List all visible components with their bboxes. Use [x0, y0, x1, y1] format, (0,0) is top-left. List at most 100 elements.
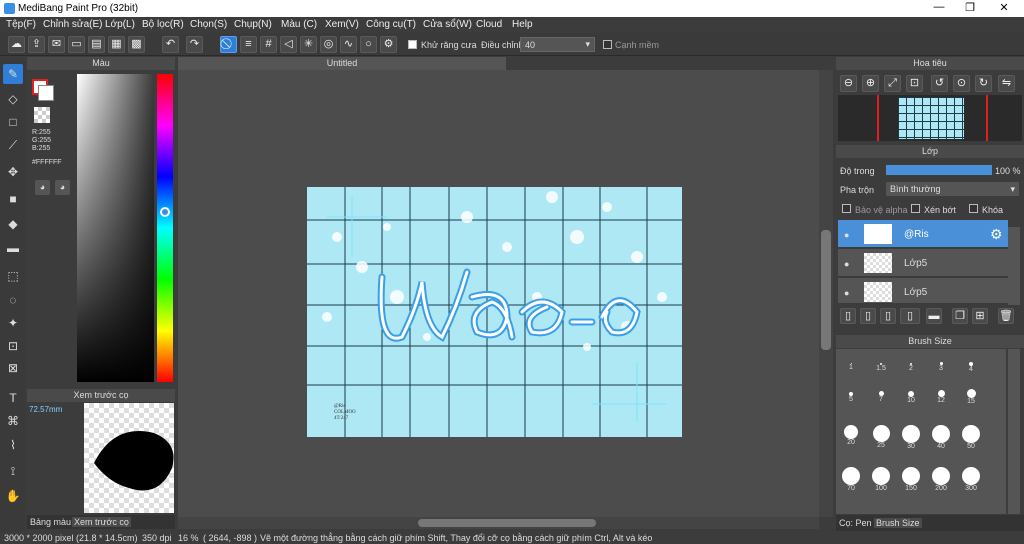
opacity-slider[interactable]: [886, 165, 992, 175]
blend-select[interactable]: Bình thường ▾: [886, 182, 1019, 196]
snap-off-icon[interactable]: ⃠: [220, 36, 237, 53]
fill-rect-icon[interactable]: ■: [3, 189, 23, 209]
tab-untitled[interactable]: Untitled: [178, 57, 506, 70]
menu-help[interactable]: Help: [512, 19, 533, 30]
brush-size-option[interactable]: 2: [896, 357, 926, 385]
protect-alpha-checkbox[interactable]: [842, 204, 851, 213]
zoom-out-icon[interactable]: ⊖: [840, 75, 857, 92]
brush-tool-icon[interactable]: ✎: [3, 64, 23, 84]
folder-icon[interactable]: ▬: [926, 308, 942, 324]
layer-row[interactable]: ● Lớp5: [838, 249, 1008, 277]
visibility-icon[interactable]: ●: [844, 259, 849, 269]
drawing-canvas[interactable]: @Ris COLMOO 4T:247: [307, 187, 682, 437]
brush-size-option[interactable]: 30: [896, 425, 926, 453]
menu-file[interactable]: Tệp(F): [6, 19, 36, 30]
fit-icon[interactable]: ⤢: [884, 75, 901, 92]
palette-icon[interactable]: ◕: [35, 180, 50, 195]
menu-select[interactable]: Chọn(S): [190, 19, 227, 30]
menu-filter[interactable]: Bộ lọc(R): [142, 19, 184, 30]
pages-icon[interactable]: ▦: [108, 36, 125, 53]
visibility-icon[interactable]: ●: [844, 230, 849, 240]
move-tool-icon[interactable]: ✥: [3, 162, 23, 182]
reset-rotate-icon[interactable]: ⊙: [953, 75, 970, 92]
brush-size-option[interactable]: 70: [836, 467, 866, 495]
radial-snap-icon[interactable]: ✳: [300, 36, 317, 53]
menu-layer[interactable]: Lớp(L): [105, 19, 135, 30]
palette-add-icon[interactable]: ◕: [55, 180, 70, 195]
brush-size-option[interactable]: 150: [896, 467, 926, 495]
menu-tools[interactable]: Công cụ(T): [366, 19, 416, 30]
brush-size-option[interactable]: 40: [926, 425, 956, 453]
brush-size-scrollbar[interactable]: [1008, 349, 1020, 514]
new-halftone-layer-icon[interactable]: ▯: [880, 308, 896, 324]
pen-tab[interactable]: Cọ: Pen: [839, 518, 872, 528]
flip-icon[interactable]: ⇋: [998, 75, 1015, 92]
actual-size-icon[interactable]: ⊡: [906, 75, 923, 92]
curve-snap-icon[interactable]: ∿: [340, 36, 357, 53]
brush-size-option[interactable]: 15: [956, 387, 986, 415]
brush-size-option[interactable]: 3: [926, 357, 956, 385]
brush-size-option[interactable]: 25: [866, 425, 896, 453]
background-color-swatch[interactable]: [38, 85, 54, 101]
hue-handle[interactable]: [160, 207, 170, 217]
layer-row[interactable]: ● @Ris ⚙: [838, 220, 1008, 248]
navigator-preview[interactable]: [838, 95, 1022, 141]
snap-settings-icon[interactable]: ⚙: [380, 36, 397, 53]
lock-checkbox[interactable]: [969, 204, 978, 213]
cloud-icon[interactable]: ☁: [8, 36, 25, 53]
rect-select-icon[interactable]: ⬚: [3, 266, 23, 286]
gradient-tool-icon[interactable]: ▬: [3, 238, 23, 258]
eraser-tool-icon[interactable]: ◇: [3, 89, 23, 109]
trash-icon[interactable]: 🗑: [998, 308, 1014, 324]
new-color-layer-icon[interactable]: ▯: [860, 308, 876, 324]
vertical-scroll-thumb[interactable]: [821, 230, 831, 350]
eyedropper-icon[interactable]: ⟟: [3, 461, 23, 481]
circle-snap-icon[interactable]: ◎: [320, 36, 337, 53]
rotate-right-icon[interactable]: ↻: [975, 75, 992, 92]
zoom-in-icon[interactable]: ⊕: [862, 75, 879, 92]
horizontal-scrollbar[interactable]: [178, 517, 819, 529]
new-layer-icon[interactable]: ▯: [840, 308, 856, 324]
preview-tab[interactable]: Xem trước cọ: [72, 517, 131, 527]
parallel-snap-icon[interactable]: ≡: [240, 36, 257, 53]
brush-size-option[interactable]: 10: [896, 387, 926, 415]
redo-icon[interactable]: ↷: [186, 36, 203, 53]
share-icon[interactable]: ⇪: [28, 36, 45, 53]
transparent-swatch[interactable]: [34, 107, 50, 123]
visibility-icon[interactable]: ●: [844, 288, 849, 298]
menu-color[interactable]: Màu (C): [281, 19, 317, 30]
brush-size-option[interactable]: 20: [836, 425, 866, 453]
adjust-select[interactable]: 40 ▾: [520, 37, 595, 52]
brush-size-option[interactable]: 100: [866, 467, 896, 495]
chat-icon[interactable]: ▭: [68, 36, 85, 53]
vanish-snap-icon[interactable]: ◁: [280, 36, 297, 53]
operation-tool-icon[interactable]: ⌘: [3, 411, 23, 431]
canvas-area[interactable]: @Ris COLMOO 4T:247: [178, 70, 833, 517]
magic-wand-icon[interactable]: ✦: [3, 313, 23, 333]
undo-icon[interactable]: ↶: [162, 36, 179, 53]
antialias-checkbox[interactable]: [408, 40, 417, 49]
shape-tool-icon[interactable]: □: [3, 112, 23, 132]
select-pen-icon[interactable]: ⊡: [3, 336, 23, 356]
layer-scrollbar[interactable]: [1008, 227, 1020, 305]
hue-slider[interactable]: [157, 74, 173, 382]
brush-size-option[interactable]: 5: [836, 387, 866, 415]
duplicate-layer-icon[interactable]: ❐: [952, 308, 968, 324]
menu-edit[interactable]: Chỉnh sửa(E): [43, 19, 103, 30]
layer-row[interactable]: ● Lớp5: [838, 278, 1008, 304]
lasso-select-icon[interactable]: ◌: [3, 290, 23, 310]
palette-tab[interactable]: Bảng màu: [30, 517, 71, 527]
grid-icon[interactable]: ▩: [128, 36, 145, 53]
brush-size-option[interactable]: 4: [956, 357, 986, 385]
clip-checkbox[interactable]: [911, 204, 920, 213]
menu-view[interactable]: Xem(V): [325, 19, 359, 30]
ellipse-snap-icon[interactable]: ○: [360, 36, 377, 53]
brush-size-option[interactable]: 300: [956, 467, 986, 495]
saturation-value-picker[interactable]: [77, 74, 154, 382]
merge-layer-icon[interactable]: ⊞: [972, 308, 988, 324]
minimize-button[interactable]: —: [925, 1, 953, 16]
close-button[interactable]: ✕: [990, 1, 1018, 16]
gear-icon[interactable]: ⚙: [990, 226, 1003, 243]
maximize-button[interactable]: ❐: [956, 1, 984, 16]
menu-capture[interactable]: Chụp(N): [234, 19, 272, 30]
